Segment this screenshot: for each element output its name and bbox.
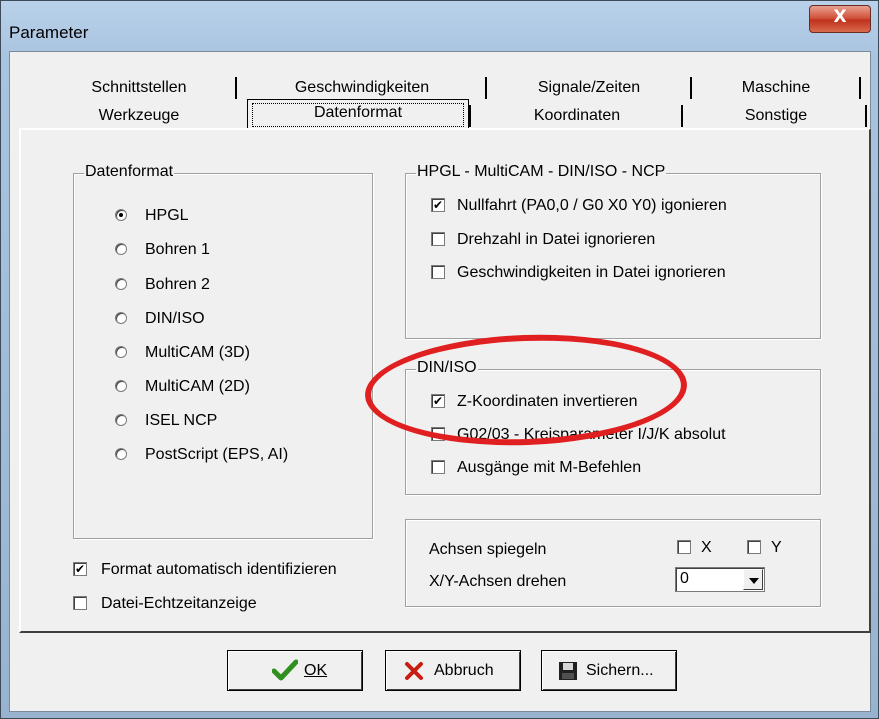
checkbox-icon[interactable] — [431, 232, 445, 246]
radio-icon[interactable] — [115, 414, 127, 426]
cancel-button[interactable]: Abbruch — [385, 650, 521, 691]
radio-icon[interactable] — [115, 448, 127, 460]
checkbox-icon[interactable] — [73, 596, 87, 610]
radio-icon[interactable] — [115, 312, 127, 324]
tab-divider — [681, 105, 683, 127]
tab-signale-zeiten[interactable]: Signale/Zeiten — [489, 75, 689, 101]
diniso-group-label: DIN/ISO — [416, 359, 478, 377]
tab-datenformat[interactable]: Datenformat — [247, 99, 469, 130]
tab-datenformat-label: Datenformat — [252, 103, 464, 127]
tab-maschine[interactable]: Maschine — [693, 75, 859, 101]
tab-divider — [469, 105, 471, 127]
title-bar[interactable]: Parameter X — [1, 1, 878, 51]
tab-sonstige[interactable]: Sonstige — [685, 103, 867, 129]
tab-schnittstellen[interactable]: Schnittstellen — [43, 75, 235, 101]
hpgl-group-label: HPGL - MultiCAM - DIN/ISO - NCP — [416, 163, 667, 181]
rotate-axes-select[interactable]: 0 — [675, 567, 765, 592]
cancel-button-label: Abbruch — [434, 662, 494, 679]
checkbox-checked-icon[interactable]: ✔ — [73, 562, 87, 576]
checkbox-icon[interactable] — [431, 460, 445, 474]
ok-button-label: OK — [304, 662, 328, 679]
save-button-label: Sichern... — [586, 662, 654, 679]
rotate-axes-value: 0 — [680, 570, 689, 587]
datenformat-group-label: Datenformat — [84, 163, 175, 181]
floppy-disk-icon — [558, 661, 578, 686]
close-button[interactable]: X — [809, 5, 871, 33]
tab-divider — [235, 77, 237, 99]
x-icon — [404, 661, 424, 686]
checkbox-icon[interactable] — [677, 540, 691, 554]
tab-divider — [865, 105, 867, 127]
radio-icon[interactable] — [115, 346, 127, 358]
checkbox-checked-icon[interactable]: ✔ — [431, 394, 445, 408]
window-title: Parameter — [9, 23, 89, 42]
radio-selected-icon[interactable] — [115, 209, 127, 221]
dialog-window: Parameter X Schnittstellen Geschwindigke… — [0, 0, 879, 719]
checkbox-icon[interactable] — [431, 427, 445, 441]
tab-divider — [859, 77, 861, 99]
tab-koordinaten[interactable]: Koordinaten — [473, 103, 681, 129]
radio-icon[interactable] — [115, 278, 127, 290]
mirror-axes-label: Achsen spiegeln — [429, 541, 547, 558]
save-button[interactable]: Sichern... — [541, 650, 677, 691]
ok-button[interactable]: OK — [227, 650, 363, 691]
tab-geschwindigkeiten[interactable]: Geschwindigkeiten — [239, 75, 485, 101]
tab-divider — [690, 77, 692, 99]
checkmark-icon — [271, 659, 299, 686]
tab-werkzeuge[interactable]: Werkzeuge — [31, 103, 247, 129]
checkbox-icon[interactable] — [431, 265, 445, 279]
tab-divider — [485, 77, 487, 99]
close-icon[interactable]: X — [810, 7, 870, 27]
radio-icon[interactable] — [115, 243, 127, 255]
axes-group — [405, 519, 821, 607]
chevron-down-icon[interactable] — [743, 569, 763, 590]
checkbox-checked-icon[interactable]: ✔ — [431, 198, 445, 212]
radio-icon[interactable] — [115, 380, 127, 392]
checkbox-icon[interactable] — [747, 540, 761, 554]
rotate-axes-label: X/Y-Achsen drehen — [429, 573, 567, 590]
